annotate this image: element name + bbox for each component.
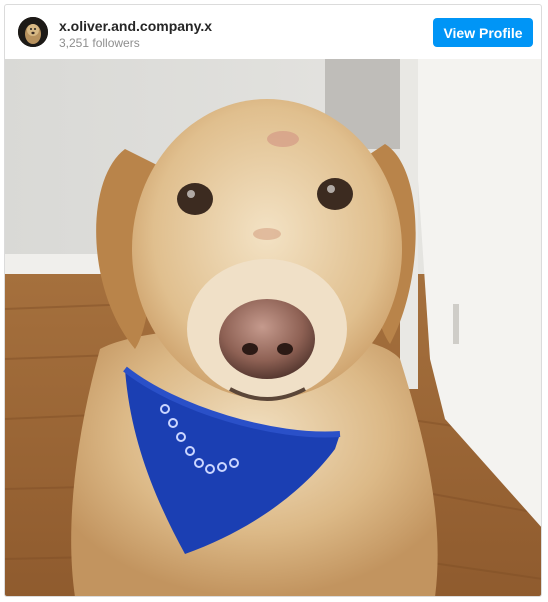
username[interactable]: x.oliver.and.company.x — [59, 18, 212, 34]
avatar[interactable] — [18, 17, 48, 47]
view-profile-button[interactable]: View Profile — [433, 18, 533, 47]
post-photo[interactable] — [5, 59, 541, 596]
avatar-dog-icon — [18, 17, 48, 47]
dog-photo-image — [5, 59, 541, 596]
instagram-embed-card: x.oliver.and.company.x 3,251 followers V… — [4, 4, 542, 597]
post-header: x.oliver.and.company.x 3,251 followers V… — [5, 5, 541, 59]
follower-count: 3,251 followers — [59, 36, 140, 50]
